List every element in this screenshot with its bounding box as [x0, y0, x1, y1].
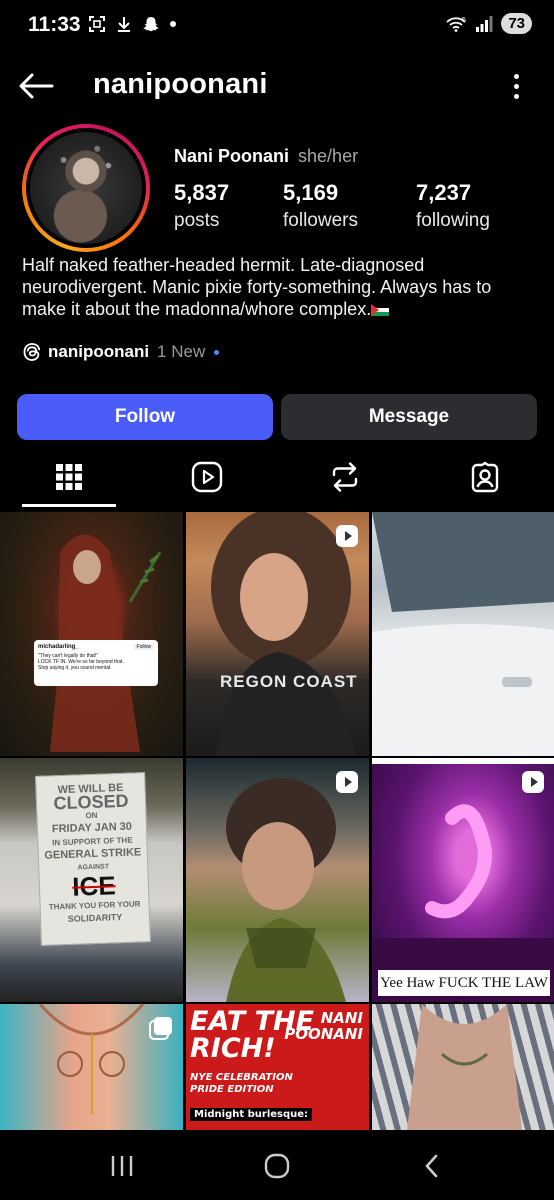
tab-tagged[interactable]: [430, 450, 540, 504]
poster-sub-line1: NYE CELEBRATION: [190, 1072, 293, 1083]
sign-line8: ICE: [71, 870, 117, 902]
embedded-post-header: michadarling_ Follow: [38, 644, 154, 650]
status-icons-left: [88, 15, 176, 33]
threads-link[interactable]: nanipoonani 1 New: [22, 342, 220, 362]
poster-name-line1: NANI: [320, 1009, 363, 1027]
active-tab-indicator: [22, 504, 116, 507]
recent-apps-icon: [111, 1156, 133, 1176]
more-dot-icon: [513, 93, 519, 99]
avatar: [30, 132, 142, 244]
back-arrow-icon: [19, 73, 54, 99]
chest-tattoo-illustration: [407, 1004, 522, 1130]
screenshot-icon: [89, 16, 105, 32]
threads-username: nanipoonani: [48, 342, 150, 361]
display-name-row: Nani Poonani she/her: [174, 146, 358, 167]
figure-illustration: [50, 534, 162, 752]
embedded-username: michadarling_: [38, 644, 79, 650]
grid-icon: [56, 464, 82, 490]
home-button[interactable]: [247, 1148, 307, 1184]
tagged-icon: [471, 461, 499, 493]
embedded-follow: Follow: [133, 644, 154, 650]
reel-icon: [336, 771, 358, 793]
reposts-icon: [332, 462, 358, 492]
stat-value: 5,169: [283, 180, 339, 205]
selfie-illustration: [226, 778, 346, 1002]
more-options-button[interactable]: [504, 68, 528, 104]
system-back-icon: [425, 1154, 438, 1178]
page-title: nanipoonani: [93, 68, 268, 100]
avatar-frame: [26, 128, 146, 248]
wifi-icon: 5: [446, 17, 466, 32]
reel-icon: [336, 525, 358, 547]
bio-text: Half naked feather-headed hermit. Late-d…: [22, 255, 492, 319]
grid-post-5[interactable]: [186, 758, 369, 1002]
stat-value: 7,237: [416, 180, 472, 205]
battery-indicator: 73: [501, 13, 532, 34]
grid-post-7[interactable]: [0, 1004, 183, 1130]
tab-posts-grid[interactable]: [14, 450, 124, 504]
follow-button[interactable]: Follow: [17, 394, 273, 440]
stat-label: posts: [174, 210, 220, 231]
palestine-flag-icon: [371, 304, 390, 316]
reels-icon: [191, 461, 223, 493]
more-dot-icon: [513, 83, 519, 89]
system-navigation-bar: [0, 1130, 554, 1200]
embedded-post-card: michadarling_ Follow "They can't legally…: [34, 640, 158, 686]
embedded-line3: Stop saying it, you sound mental.: [38, 665, 112, 671]
stat-label: following: [416, 210, 490, 231]
stat-label: followers: [283, 210, 358, 231]
status-bar: 11:33 5 73: [0, 0, 554, 52]
poster-tag: Midnight burlesque:: [190, 1108, 313, 1121]
top-nav: nanipoonani: [0, 60, 554, 110]
status-icons-right: 5 73: [445, 13, 532, 34]
post-caption-overlay: Yee Haw FUCK THE LAW: [378, 970, 550, 996]
pronouns: she/her: [298, 146, 359, 166]
reel-icon: [522, 771, 544, 793]
poster-sub-line2: PRIDE EDITION: [190, 1084, 274, 1095]
carousel-icon: [149, 1017, 172, 1040]
grid-post-9[interactable]: [372, 1004, 554, 1130]
portrait-illustration: [211, 512, 356, 756]
download-icon: [118, 17, 130, 32]
network-type: 5: [462, 17, 466, 24]
stat-followers[interactable]: 5,169 followers: [283, 180, 358, 232]
bio: Half naked feather-headed hermit. Late-d…: [22, 254, 532, 320]
message-button[interactable]: Message: [281, 394, 537, 440]
system-back-button[interactable]: [402, 1148, 462, 1184]
poster-name-line2: POONANI: [284, 1025, 363, 1043]
grid-post-1[interactable]: michadarling_ Follow "They can't legally…: [0, 512, 183, 756]
tab-reposts[interactable]: [290, 450, 400, 504]
grid-post-6[interactable]: Yee Haw FUCK THE LAW: [372, 758, 554, 1002]
recent-apps-button[interactable]: [92, 1148, 152, 1184]
grid-post-2[interactable]: REGON COAST: [186, 512, 369, 756]
display-name: Nani Poonani: [174, 146, 290, 166]
threads-new-badge: 1 New: [157, 342, 206, 361]
new-indicator-dot: [214, 349, 220, 355]
grid-post-8[interactable]: EAT THE RICH! NANI POONANI NYE CELEBRATI…: [186, 1004, 369, 1130]
stat-posts[interactable]: 5,837 posts: [174, 180, 229, 232]
car-photo-illustration: [372, 512, 554, 756]
tshirt-text: REGON COAST: [220, 672, 358, 691]
stage-illustration: [372, 758, 554, 1002]
grid-post-3[interactable]: [372, 512, 554, 756]
threads-icon: [23, 343, 41, 361]
stat-following[interactable]: 7,237 following: [416, 180, 490, 232]
snapchat-icon: [143, 17, 159, 32]
stat-value: 5,837: [174, 180, 230, 205]
poster-name: NANI POONANI: [284, 1010, 363, 1042]
notification-dot-icon: [170, 21, 176, 27]
more-dot-icon: [513, 73, 519, 79]
tab-reels[interactable]: [152, 450, 262, 504]
grid-post-4[interactable]: WE WILL BE CLOSED ON FRIDAY JAN 30 IN SU…: [0, 758, 183, 1002]
profile-tabs: [0, 450, 554, 508]
home-icon: [264, 1153, 290, 1179]
poster-subtitle: NYE CELEBRATION PRIDE EDITION: [190, 1072, 293, 1096]
avatar-story-ring[interactable]: [22, 124, 150, 252]
status-time: 11:33: [28, 13, 81, 36]
closed-sign: WE WILL BE CLOSED ON FRIDAY JAN 30 IN SU…: [35, 772, 151, 946]
back-button[interactable]: [16, 66, 56, 106]
signal-icon: [476, 15, 493, 32]
